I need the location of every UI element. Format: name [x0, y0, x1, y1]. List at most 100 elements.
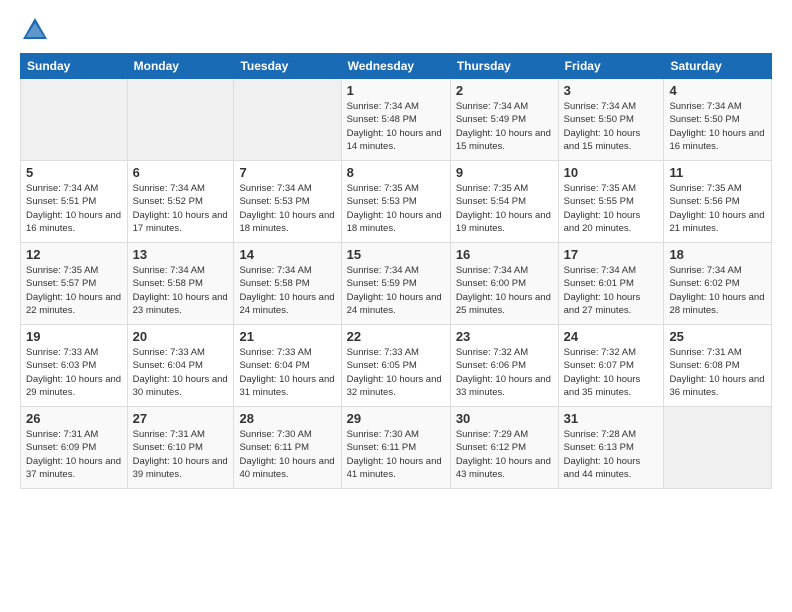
- calendar-header-row: SundayMondayTuesdayWednesdayThursdayFrid…: [21, 54, 772, 79]
- day-info: Sunrise: 7:34 AMSunset: 5:48 PMDaylight:…: [347, 101, 442, 152]
- day-number: 9: [456, 165, 553, 180]
- calendar-cell: 17 Sunrise: 7:34 AMSunset: 6:01 PMDaylig…: [558, 243, 664, 325]
- calendar-cell: 19 Sunrise: 7:33 AMSunset: 6:03 PMDaylig…: [21, 325, 128, 407]
- day-info: Sunrise: 7:34 AMSunset: 5:53 PMDaylight:…: [239, 183, 334, 234]
- weekday-header: Friday: [558, 54, 664, 79]
- day-info: Sunrise: 7:34 AMSunset: 5:59 PMDaylight:…: [347, 265, 442, 316]
- calendar-cell: 27 Sunrise: 7:31 AMSunset: 6:10 PMDaylig…: [127, 407, 234, 489]
- day-info: Sunrise: 7:35 AMSunset: 5:54 PMDaylight:…: [456, 183, 551, 234]
- day-info: Sunrise: 7:35 AMSunset: 5:55 PMDaylight:…: [564, 183, 641, 234]
- day-number: 22: [347, 329, 445, 344]
- day-number: 6: [133, 165, 229, 180]
- day-info: Sunrise: 7:32 AMSunset: 6:06 PMDaylight:…: [456, 347, 551, 398]
- weekday-header: Wednesday: [341, 54, 450, 79]
- day-number: 23: [456, 329, 553, 344]
- weekday-header: Sunday: [21, 54, 128, 79]
- day-number: 2: [456, 83, 553, 98]
- day-number: 10: [564, 165, 659, 180]
- calendar-cell: 31 Sunrise: 7:28 AMSunset: 6:13 PMDaylig…: [558, 407, 664, 489]
- calendar-cell: 4 Sunrise: 7:34 AMSunset: 5:50 PMDayligh…: [664, 79, 772, 161]
- day-info: Sunrise: 7:31 AMSunset: 6:08 PMDaylight:…: [669, 347, 764, 398]
- calendar-cell: 25 Sunrise: 7:31 AMSunset: 6:08 PMDaylig…: [664, 325, 772, 407]
- calendar-cell: 9 Sunrise: 7:35 AMSunset: 5:54 PMDayligh…: [450, 161, 558, 243]
- calendar-cell: 22 Sunrise: 7:33 AMSunset: 6:05 PMDaylig…: [341, 325, 450, 407]
- day-number: 8: [347, 165, 445, 180]
- header: [20, 15, 772, 45]
- day-info: Sunrise: 7:32 AMSunset: 6:07 PMDaylight:…: [564, 347, 641, 398]
- day-info: Sunrise: 7:34 AMSunset: 5:51 PMDaylight:…: [26, 183, 121, 234]
- calendar-cell: 11 Sunrise: 7:35 AMSunset: 5:56 PMDaylig…: [664, 161, 772, 243]
- day-number: 21: [239, 329, 335, 344]
- day-number: 1: [347, 83, 445, 98]
- day-info: Sunrise: 7:28 AMSunset: 6:13 PMDaylight:…: [564, 429, 641, 480]
- day-number: 4: [669, 83, 766, 98]
- day-info: Sunrise: 7:35 AMSunset: 5:53 PMDaylight:…: [347, 183, 442, 234]
- calendar-week-row: 5 Sunrise: 7:34 AMSunset: 5:51 PMDayligh…: [21, 161, 772, 243]
- calendar-cell: 1 Sunrise: 7:34 AMSunset: 5:48 PMDayligh…: [341, 79, 450, 161]
- day-number: 27: [133, 411, 229, 426]
- day-info: Sunrise: 7:34 AMSunset: 6:00 PMDaylight:…: [456, 265, 551, 316]
- day-info: Sunrise: 7:31 AMSunset: 6:09 PMDaylight:…: [26, 429, 121, 480]
- calendar-cell: 26 Sunrise: 7:31 AMSunset: 6:09 PMDaylig…: [21, 407, 128, 489]
- page: SundayMondayTuesdayWednesdayThursdayFrid…: [0, 0, 792, 612]
- day-info: Sunrise: 7:30 AMSunset: 6:11 PMDaylight:…: [347, 429, 442, 480]
- calendar-week-row: 1 Sunrise: 7:34 AMSunset: 5:48 PMDayligh…: [21, 79, 772, 161]
- calendar-cell: [664, 407, 772, 489]
- calendar-cell: 21 Sunrise: 7:33 AMSunset: 6:04 PMDaylig…: [234, 325, 341, 407]
- day-info: Sunrise: 7:35 AMSunset: 5:56 PMDaylight:…: [669, 183, 764, 234]
- day-number: 14: [239, 247, 335, 262]
- day-number: 31: [564, 411, 659, 426]
- day-number: 30: [456, 411, 553, 426]
- day-number: 11: [669, 165, 766, 180]
- calendar-cell: 28 Sunrise: 7:30 AMSunset: 6:11 PMDaylig…: [234, 407, 341, 489]
- day-info: Sunrise: 7:35 AMSunset: 5:57 PMDaylight:…: [26, 265, 121, 316]
- day-info: Sunrise: 7:30 AMSunset: 6:11 PMDaylight:…: [239, 429, 334, 480]
- day-number: 17: [564, 247, 659, 262]
- calendar-cell: 29 Sunrise: 7:30 AMSunset: 6:11 PMDaylig…: [341, 407, 450, 489]
- day-number: 18: [669, 247, 766, 262]
- calendar-cell: 7 Sunrise: 7:34 AMSunset: 5:53 PMDayligh…: [234, 161, 341, 243]
- calendar-cell: [234, 79, 341, 161]
- calendar-cell: 23 Sunrise: 7:32 AMSunset: 6:06 PMDaylig…: [450, 325, 558, 407]
- day-number: 25: [669, 329, 766, 344]
- weekday-header: Saturday: [664, 54, 772, 79]
- weekday-header: Monday: [127, 54, 234, 79]
- calendar-cell: 10 Sunrise: 7:35 AMSunset: 5:55 PMDaylig…: [558, 161, 664, 243]
- day-number: 5: [26, 165, 122, 180]
- calendar-cell: 14 Sunrise: 7:34 AMSunset: 5:58 PMDaylig…: [234, 243, 341, 325]
- weekday-header: Tuesday: [234, 54, 341, 79]
- calendar-cell: 24 Sunrise: 7:32 AMSunset: 6:07 PMDaylig…: [558, 325, 664, 407]
- day-number: 29: [347, 411, 445, 426]
- calendar-week-row: 26 Sunrise: 7:31 AMSunset: 6:09 PMDaylig…: [21, 407, 772, 489]
- day-number: 19: [26, 329, 122, 344]
- day-info: Sunrise: 7:33 AMSunset: 6:04 PMDaylight:…: [239, 347, 334, 398]
- day-number: 26: [26, 411, 122, 426]
- calendar-cell: 2 Sunrise: 7:34 AMSunset: 5:49 PMDayligh…: [450, 79, 558, 161]
- calendar-cell: 20 Sunrise: 7:33 AMSunset: 6:04 PMDaylig…: [127, 325, 234, 407]
- day-number: 20: [133, 329, 229, 344]
- calendar-cell: 16 Sunrise: 7:34 AMSunset: 6:00 PMDaylig…: [450, 243, 558, 325]
- day-info: Sunrise: 7:34 AMSunset: 5:49 PMDaylight:…: [456, 101, 551, 152]
- calendar-week-row: 19 Sunrise: 7:33 AMSunset: 6:03 PMDaylig…: [21, 325, 772, 407]
- day-number: 24: [564, 329, 659, 344]
- day-number: 7: [239, 165, 335, 180]
- calendar-cell: 12 Sunrise: 7:35 AMSunset: 5:57 PMDaylig…: [21, 243, 128, 325]
- day-number: 3: [564, 83, 659, 98]
- day-number: 13: [133, 247, 229, 262]
- calendar-cell: 30 Sunrise: 7:29 AMSunset: 6:12 PMDaylig…: [450, 407, 558, 489]
- day-info: Sunrise: 7:34 AMSunset: 5:50 PMDaylight:…: [564, 101, 641, 152]
- day-number: 16: [456, 247, 553, 262]
- calendar-cell: 8 Sunrise: 7:35 AMSunset: 5:53 PMDayligh…: [341, 161, 450, 243]
- calendar-week-row: 12 Sunrise: 7:35 AMSunset: 5:57 PMDaylig…: [21, 243, 772, 325]
- day-info: Sunrise: 7:29 AMSunset: 6:12 PMDaylight:…: [456, 429, 551, 480]
- day-info: Sunrise: 7:34 AMSunset: 6:02 PMDaylight:…: [669, 265, 764, 316]
- calendar-cell: 18 Sunrise: 7:34 AMSunset: 6:02 PMDaylig…: [664, 243, 772, 325]
- calendar-table: SundayMondayTuesdayWednesdayThursdayFrid…: [20, 53, 772, 489]
- logo: [20, 15, 54, 45]
- calendar-cell: [21, 79, 128, 161]
- calendar-cell: 5 Sunrise: 7:34 AMSunset: 5:51 PMDayligh…: [21, 161, 128, 243]
- logo-icon: [20, 15, 50, 45]
- calendar-cell: 13 Sunrise: 7:34 AMSunset: 5:58 PMDaylig…: [127, 243, 234, 325]
- calendar-cell: 6 Sunrise: 7:34 AMSunset: 5:52 PMDayligh…: [127, 161, 234, 243]
- day-number: 12: [26, 247, 122, 262]
